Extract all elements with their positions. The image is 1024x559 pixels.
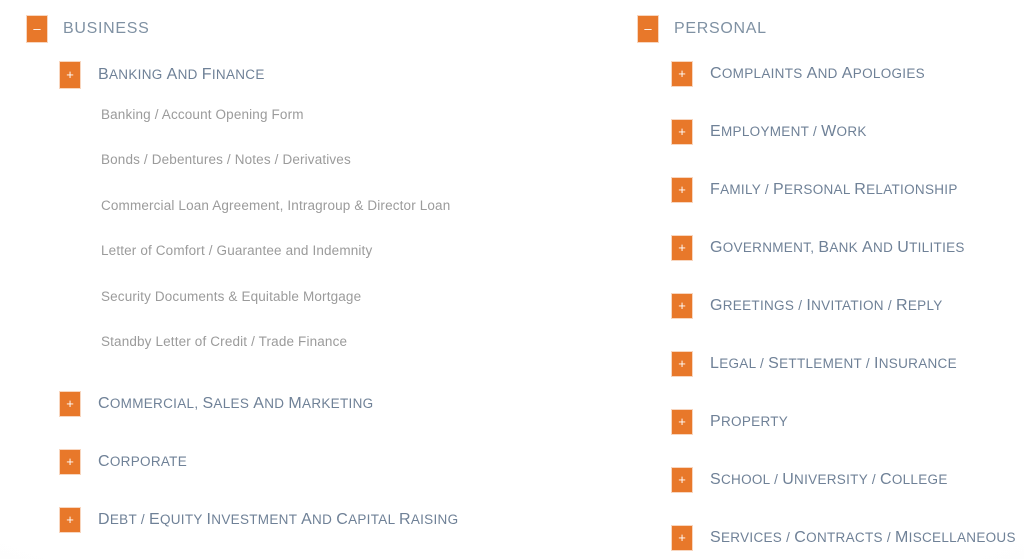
document-item[interactable]: Standby Letter of Credit / Trade Finance xyxy=(101,334,347,349)
category-row[interactable]: + COMMERCIAL, SALES AND MARKETING xyxy=(60,392,373,416)
document-item[interactable]: Commercial Loan Agreement, Intragroup & … xyxy=(101,198,450,213)
document-item-label[interactable]: Commercial Loan Agreement, Intragroup & … xyxy=(101,198,450,213)
category-label[interactable]: GOVERNMENT, BANK AND UTILITIES xyxy=(710,239,965,257)
document-category-tree: – BUSINESS + BANKING AND FINANCE Banking / A… xyxy=(0,0,1024,559)
tree-root-personal[interactable]: – PERSONAL xyxy=(638,16,767,42)
category-row[interactable]: + SCHOOL / UNIVERSITY / COLLEGE xyxy=(672,468,948,492)
plus-icon: + xyxy=(678,239,686,255)
category-label[interactable]: CORPORATE xyxy=(98,453,187,471)
category-column-business: – BUSINESS + BANKING AND FINANCE Banking / A… xyxy=(0,0,620,559)
plus-icon: + xyxy=(678,471,686,487)
minus-icon: + xyxy=(66,66,74,82)
plus-icon: + xyxy=(678,123,686,139)
category-toggle[interactable]: + xyxy=(672,120,692,144)
plus-icon: + xyxy=(678,181,686,197)
category-toggle[interactable]: + xyxy=(60,392,80,416)
category-toggle[interactable]: + xyxy=(672,236,692,260)
category-row[interactable]: + GREETINGS / INVITATION / REPLY xyxy=(672,294,943,318)
category-row[interactable]: + EMPLOYMENT / WORK xyxy=(672,120,867,144)
category-row[interactable]: + PROPERTY xyxy=(672,410,788,434)
plus-icon: + xyxy=(678,355,686,371)
document-item-label[interactable]: Letter of Comfort / Guarantee and Indemn… xyxy=(101,243,372,258)
category-label[interactable]: DEBT / EQUITY INVESTMENT AND CAPITAL RAI… xyxy=(98,511,458,529)
tree-root-business[interactable]: – BUSINESS xyxy=(27,16,150,42)
plus-icon: + xyxy=(66,395,74,411)
category-toggle[interactable]: + xyxy=(672,62,692,86)
category-label[interactable]: FAMILY / PERSONAL RELATIONSHIP xyxy=(710,181,958,199)
category-row[interactable]: + FAMILY / PERSONAL RELATIONSHIP xyxy=(672,178,958,202)
category-row[interactable]: + CORPORATE xyxy=(60,450,187,474)
plus-icon: + xyxy=(678,529,686,545)
category-label[interactable]: LEGAL / SETTLEMENT / INSURANCE xyxy=(710,355,957,373)
plus-icon: + xyxy=(678,297,686,313)
minus-icon: – xyxy=(644,20,652,36)
category-label[interactable]: EMPLOYMENT / WORK xyxy=(710,123,867,141)
category-label[interactable]: GREETINGS / INVITATION / REPLY xyxy=(710,297,943,315)
document-item-label[interactable]: Bonds / Debentures / Notes / Derivatives xyxy=(101,152,351,167)
document-item[interactable]: Letter of Comfort / Guarantee and Indemn… xyxy=(101,243,372,258)
document-item[interactable]: Bonds / Debentures / Notes / Derivatives xyxy=(101,152,351,167)
category-column-personal: – PERSONAL + COMPLAINTS AND APOLOGIES + EMPLO… xyxy=(620,0,1024,559)
category-row[interactable]: + SERVICES / CONTRACTS / MISCELLANEOUS xyxy=(672,526,1016,550)
category-row[interactable]: + LEGAL / SETTLEMENT / INSURANCE xyxy=(672,352,957,376)
category-toggle[interactable]: + xyxy=(672,468,692,492)
root-label-personal[interactable]: PERSONAL xyxy=(674,20,767,38)
category-toggle[interactable]: + xyxy=(672,526,692,550)
category-row[interactable]: + BANKING AND FINANCE xyxy=(60,62,265,88)
document-item-label[interactable]: Banking / Account Opening Form xyxy=(101,107,304,122)
category-row[interactable]: + DEBT / EQUITY INVESTMENT AND CAPITAL RA… xyxy=(60,508,458,532)
document-item-label[interactable]: Security Documents & Equitable Mortgage xyxy=(101,289,361,304)
category-label[interactable]: COMMERCIAL, SALES AND MARKETING xyxy=(98,395,373,413)
category-toggle[interactable]: + xyxy=(672,410,692,434)
minus-icon: – xyxy=(33,20,41,36)
plus-icon: + xyxy=(678,413,686,429)
category-label[interactable]: SERVICES / CONTRACTS / MISCELLANEOUS xyxy=(710,529,1016,547)
plus-icon: + xyxy=(66,511,74,527)
document-item[interactable]: Security Documents & Equitable Mortgage xyxy=(101,289,361,304)
category-label[interactable]: PROPERTY xyxy=(710,413,788,431)
document-item-label[interactable]: Standby Letter of Credit / Trade Finance xyxy=(101,334,347,349)
plus-icon: + xyxy=(66,453,74,469)
root-label-business[interactable]: BUSINESS xyxy=(63,20,150,38)
category-label[interactable]: SCHOOL / UNIVERSITY / COLLEGE xyxy=(710,471,948,489)
category-toggle[interactable]: + xyxy=(672,178,692,202)
plus-icon: + xyxy=(678,65,686,81)
category-row[interactable]: + GOVERNMENT, BANK AND UTILITIES xyxy=(672,236,965,260)
category-row[interactable]: + COMPLAINTS AND APOLOGIES xyxy=(672,62,925,86)
document-item[interactable]: Banking / Account Opening Form xyxy=(101,107,304,122)
category-label[interactable]: COMPLAINTS AND APOLOGIES xyxy=(710,65,925,83)
category-toggle[interactable]: + xyxy=(672,352,692,376)
category-toggle[interactable]: + xyxy=(60,508,80,532)
category-label[interactable]: BANKING AND FINANCE xyxy=(98,66,265,84)
category-toggle[interactable]: + xyxy=(60,450,80,474)
root-toggle-business[interactable]: – xyxy=(27,16,47,42)
root-toggle-personal[interactable]: – xyxy=(638,16,658,42)
category-toggle[interactable]: + xyxy=(672,294,692,318)
category-toggle[interactable]: + xyxy=(60,62,80,88)
